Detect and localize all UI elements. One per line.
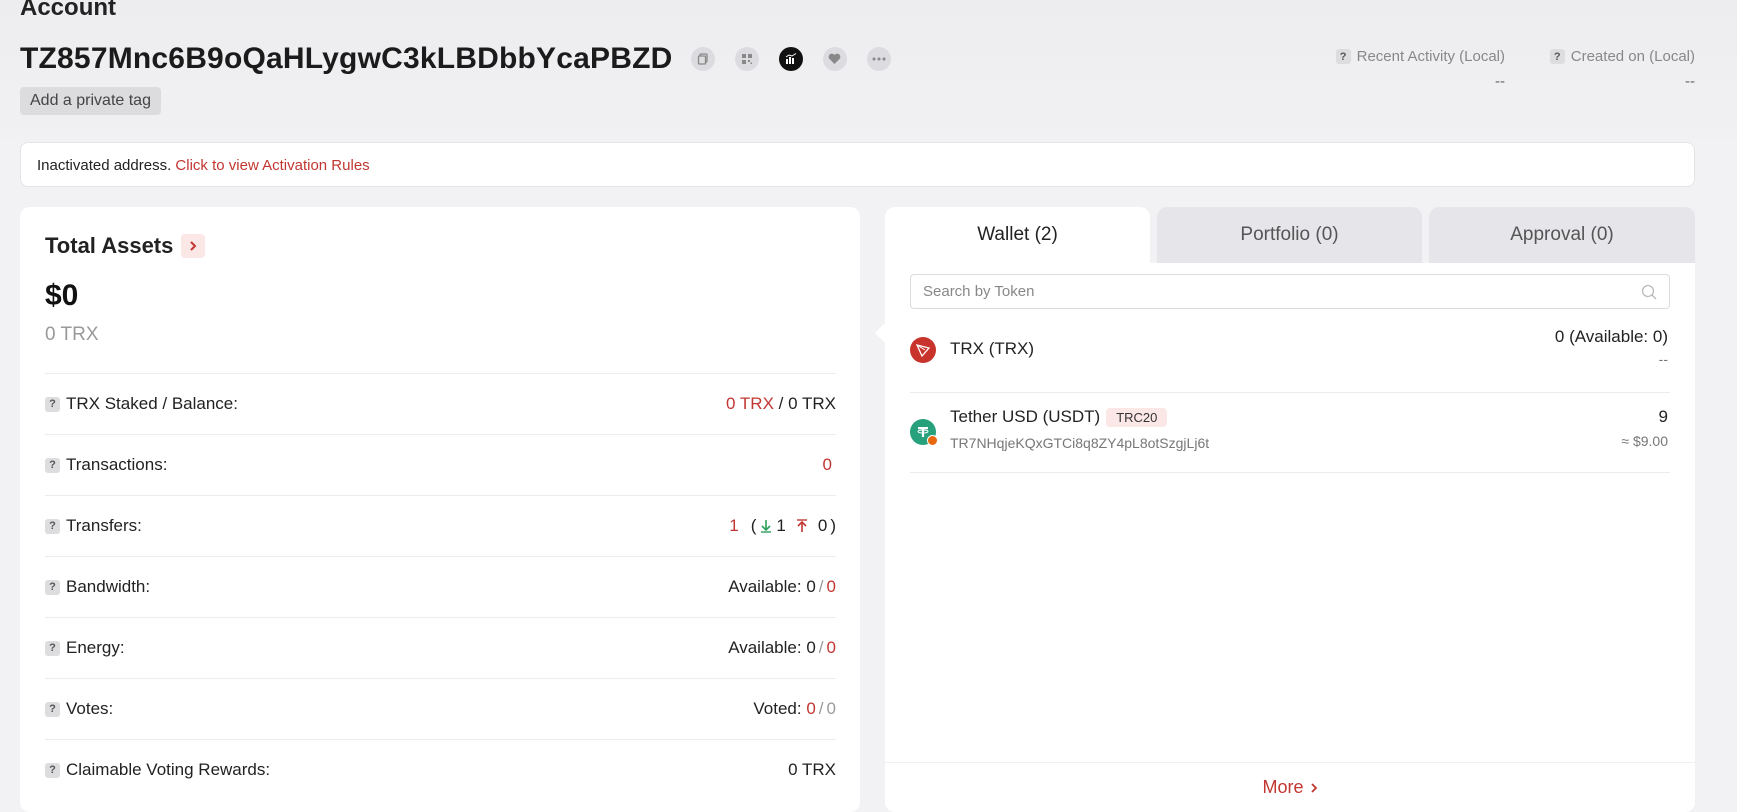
- tab-approval[interactable]: Approval (0): [1429, 207, 1695, 263]
- row-label: Votes:: [66, 699, 114, 718]
- inactivated-notice: Inactivated address. Click to view Activ…: [20, 142, 1695, 187]
- transfers-out: 0: [817, 516, 828, 535]
- votes-row: ? Votes: Voted: 0/0: [45, 678, 836, 739]
- votes-voted: 0: [806, 699, 816, 718]
- value-prefix: Available:: [728, 638, 802, 657]
- separator: /: [818, 577, 824, 596]
- separator: /: [818, 699, 824, 718]
- token-name[interactable]: TRX (TRX): [950, 339, 1034, 359]
- search-icon[interactable]: [1641, 284, 1657, 300]
- paren: (: [750, 516, 757, 535]
- transactions-value[interactable]: 0: [823, 455, 832, 475]
- help-icon[interactable]: ?: [45, 457, 60, 473]
- token-row-usdt[interactable]: Tether USD (USDT) TRC20 TR7NHqjeKQxGTCi8…: [910, 395, 1670, 473]
- help-icon[interactable]: ?: [45, 396, 60, 412]
- recent-activity-value: --: [1495, 73, 1505, 90]
- token-amount: 9: [1658, 407, 1668, 426]
- activation-rules-link[interactable]: Click to view Activation Rules: [175, 157, 369, 174]
- tab-wallet[interactable]: Wallet (2): [885, 207, 1150, 263]
- recent-activity-label: Recent Activity (Local): [1356, 48, 1505, 65]
- token-contract[interactable]: TR7NHqjeKQxGTCi8q8ZY4pL8otSzgjLj6t: [950, 435, 1209, 451]
- help-icon[interactable]: ?: [45, 640, 60, 656]
- transfers-total[interactable]: 1: [729, 516, 738, 536]
- staked-value[interactable]: 0 TRX: [726, 394, 774, 413]
- row-label: TRX Staked / Balance:: [66, 394, 238, 413]
- token-search: [910, 274, 1670, 309]
- tab-portfolio[interactable]: Portfolio (0): [1157, 207, 1422, 263]
- recent-activity: ? Recent Activity (Local) --: [1330, 48, 1505, 90]
- wallet-panel: Wallet (2) Portfolio (0) Approval (0) TR…: [875, 207, 1695, 812]
- total-assets-card: Total Assets $0 0 TRX ? TRX Staked / Bala…: [20, 207, 860, 812]
- paren: ): [830, 516, 836, 535]
- energy-total: 0: [826, 638, 836, 657]
- help-icon[interactable]: ?: [45, 579, 60, 595]
- trx-total: 0 TRX: [45, 324, 99, 345]
- row-label: Energy:: [66, 638, 125, 657]
- energy-row: ? Energy: Available: 0/0: [45, 617, 836, 678]
- bandwidth-row: ? Bandwidth: Available: 0/0: [45, 556, 836, 617]
- token-name-row: Tether USD (USDT) TRC20: [950, 407, 1168, 427]
- arrow-up-icon: [796, 519, 808, 533]
- analytics-icon[interactable]: [778, 47, 803, 71]
- transfers-row: ? Transfers: 1 ( 1 0 ): [45, 495, 836, 556]
- balance-value: 0 TRX: [788, 394, 836, 413]
- verified-badge-icon: [927, 435, 938, 446]
- chevron-right-icon[interactable]: [181, 234, 206, 258]
- address-row: TZ857Mnc6B9oQaHLygwC3kLBDbbYcaPBZD: [20, 42, 891, 76]
- page-title: Account: [20, 0, 116, 21]
- created-on-label: Created on (Local): [1570, 48, 1695, 65]
- help-icon[interactable]: ?: [45, 701, 60, 717]
- token-name[interactable]: Tether USD (USDT): [950, 407, 1100, 427]
- account-address: TZ857Mnc6B9oQaHLygwC3kLBDbbYcaPBZD: [20, 42, 673, 75]
- wallet-body: TRX (TRX) 0 (Available: 0) -- Tether USD…: [875, 263, 1695, 812]
- help-icon[interactable]: ?: [45, 518, 60, 534]
- value-prefix: Voted:: [753, 699, 802, 718]
- row-label: Claimable Voting Rewards:: [66, 760, 271, 779]
- token-row-trx[interactable]: TRX (TRX) 0 (Available: 0) --: [910, 315, 1670, 393]
- more-label: More: [1262, 777, 1304, 797]
- usd-total: $0: [45, 279, 79, 312]
- transactions-row: ? Transactions: 0: [45, 434, 836, 495]
- qr-code-icon[interactable]: [734, 47, 759, 71]
- arrow-down-icon: [760, 519, 772, 533]
- help-icon[interactable]: ?: [45, 762, 60, 778]
- more-button[interactable]: More: [885, 762, 1695, 812]
- token-value: ≈ $9.00: [1621, 433, 1668, 449]
- token-amount: 0 (Available: 0): [1554, 327, 1668, 346]
- chevron-right-icon: [1310, 782, 1318, 794]
- voting-rewards-value: 0 TRX: [788, 760, 836, 779]
- heart-icon[interactable]: [822, 47, 847, 71]
- row-label: Transactions:: [66, 455, 168, 474]
- row-label: Transfers:: [66, 516, 142, 535]
- more-icon[interactable]: [866, 47, 891, 71]
- address-actions: [690, 47, 891, 71]
- help-icon[interactable]: ?: [1335, 49, 1351, 64]
- copy-icon[interactable]: [690, 47, 715, 71]
- token-value: --: [1658, 351, 1668, 367]
- votes-total: 0: [826, 699, 836, 718]
- trx-logo-icon: [910, 337, 936, 363]
- created-on-value: --: [1685, 73, 1695, 90]
- voting-rewards-row: ? Claimable Voting Rewards: 0 TRX: [45, 739, 836, 800]
- notice-text: Inactivated address.: [37, 157, 172, 174]
- staked-balance-row: ? TRX Staked / Balance: 0 TRX / 0 TRX: [45, 373, 836, 434]
- trc20-badge: TRC20: [1106, 407, 1168, 427]
- created-on: ? Created on (Local) --: [1540, 48, 1695, 90]
- separator: /: [778, 394, 784, 413]
- bandwidth-available: 0: [806, 577, 816, 596]
- row-label: Bandwidth:: [66, 577, 151, 596]
- transfers-in: 1: [776, 516, 786, 535]
- separator: /: [818, 638, 824, 657]
- energy-available: 0: [806, 638, 816, 657]
- value-prefix: Available:: [728, 577, 802, 596]
- bandwidth-total: 0: [826, 577, 836, 596]
- asset-rows: ? TRX Staked / Balance: 0 TRX / 0 TRX ? Tr…: [45, 373, 836, 800]
- panel-pointer: [875, 323, 885, 343]
- total-assets-header: Total Assets: [45, 233, 206, 259]
- add-private-tag-button[interactable]: Add a private tag: [20, 87, 161, 115]
- wallet-tabs: Wallet (2) Portfolio (0) Approval (0): [885, 207, 1695, 263]
- help-icon[interactable]: ?: [1549, 49, 1565, 64]
- token-search-input[interactable]: [923, 283, 1641, 300]
- total-assets-title: Total Assets: [45, 233, 174, 258]
